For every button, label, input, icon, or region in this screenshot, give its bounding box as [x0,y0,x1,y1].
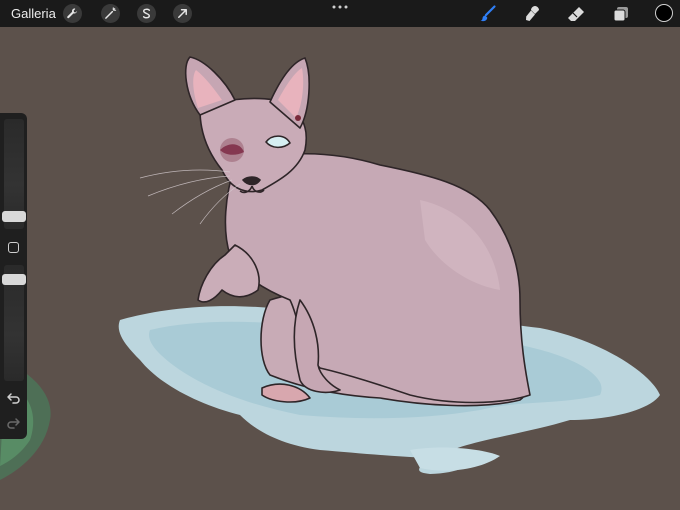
opacity-slider[interactable] [2,265,26,381]
magic-wand-icon[interactable] [101,4,120,23]
brush-icon[interactable] [478,4,498,24]
brush-size-slider[interactable] [2,119,26,229]
smudge-icon[interactable] [523,4,543,24]
more-options-icon[interactable] [331,3,349,11]
left-sidebar [0,113,27,439]
modifier-button[interactable] [8,242,19,253]
undo-icon[interactable] [6,390,21,405]
gallery-button[interactable]: Galleria [11,6,56,21]
opacity-thumb[interactable] [2,274,26,285]
top-toolbar: Galleria [0,0,680,27]
redo-icon[interactable] [6,415,21,430]
color-picker-button[interactable] [655,4,673,22]
layers-icon[interactable] [611,4,631,24]
transform-arrow-icon[interactable] [173,4,192,23]
brush-size-thumb[interactable] [2,211,26,222]
wrench-icon[interactable] [63,4,82,23]
selection-s-icon[interactable] [137,4,156,23]
drawing-canvas[interactable] [0,27,680,510]
eraser-icon[interactable] [566,4,586,24]
